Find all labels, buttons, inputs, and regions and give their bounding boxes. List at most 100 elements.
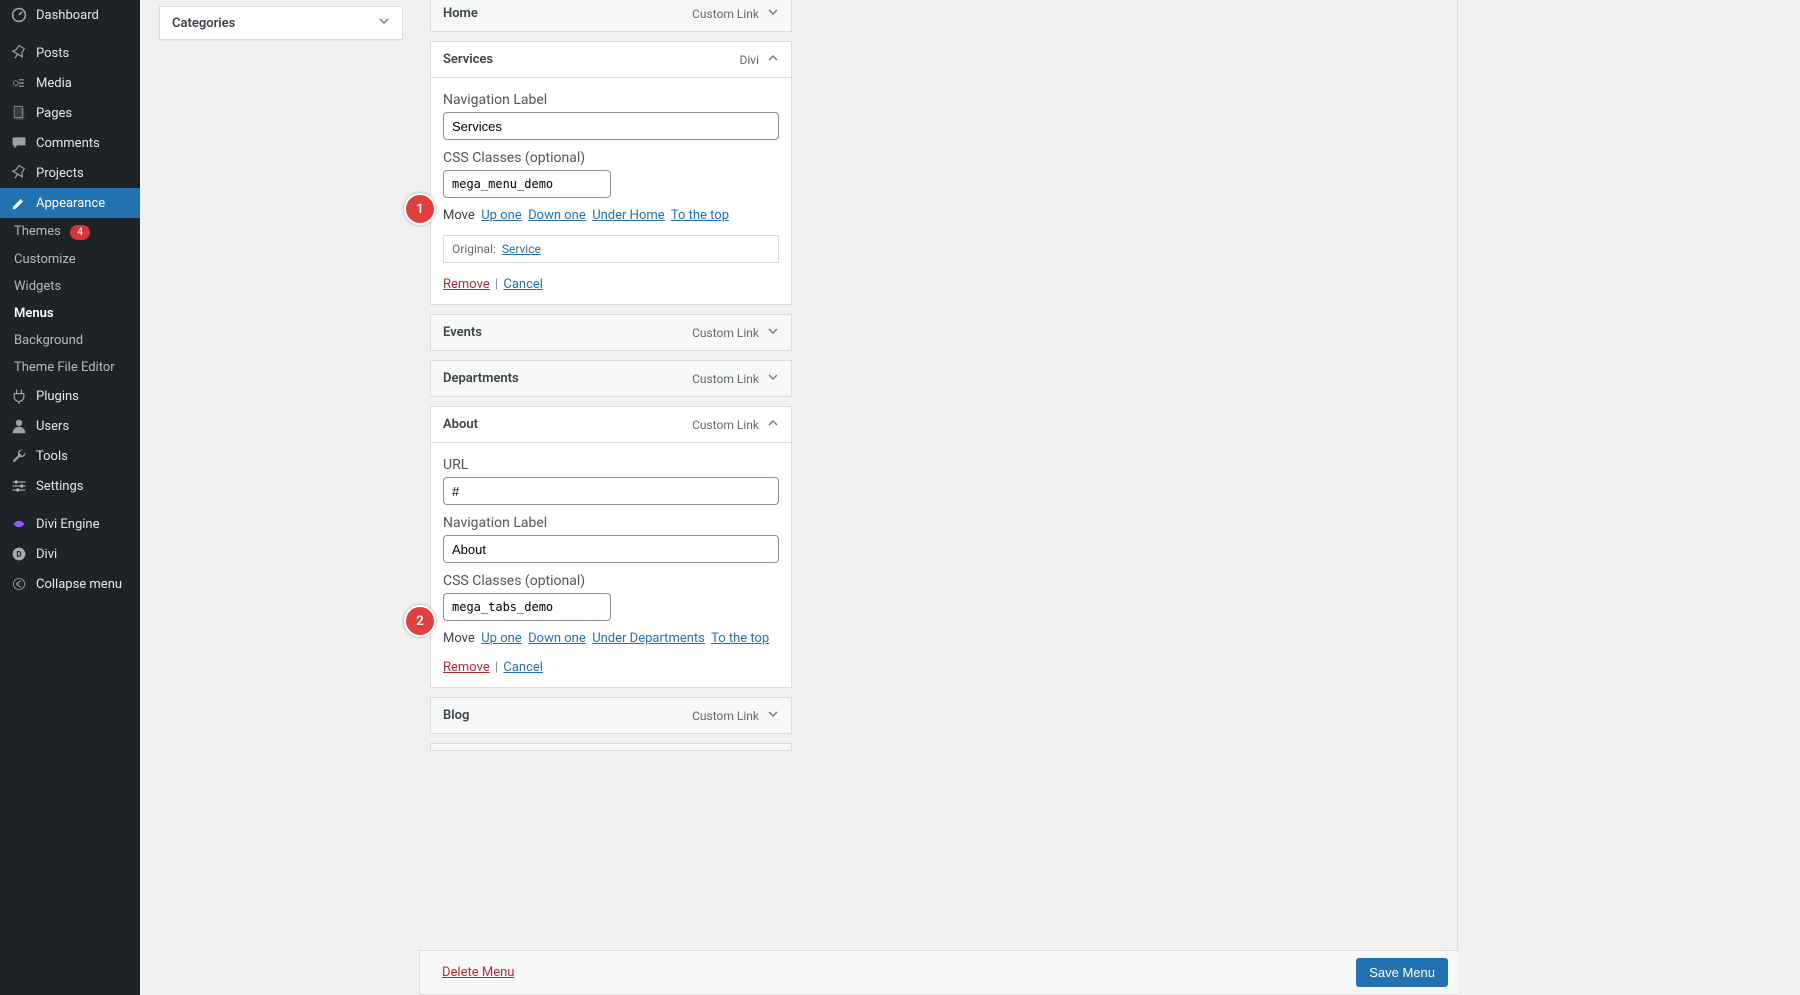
appearance-submenu: Themes 4 Customize Widgets Menus Backgro… bbox=[0, 218, 140, 381]
sidebar-item-appearance[interactable]: Appearance bbox=[0, 188, 140, 218]
chevron-up-icon[interactable] bbox=[767, 52, 779, 67]
sidebar-label: Collapse menu bbox=[36, 577, 122, 592]
sidebar-item-divi-engine[interactable]: Divi Engine bbox=[0, 509, 140, 539]
sidebar-collapse[interactable]: Collapse menu bbox=[0, 569, 140, 599]
sidebar-item-divi[interactable]: D Divi bbox=[0, 539, 140, 569]
sidebar-label: Divi bbox=[36, 547, 57, 562]
css-classes-heading: CSS Classes (optional) bbox=[443, 573, 779, 589]
css-classes-input[interactable] bbox=[443, 593, 611, 621]
comment-icon bbox=[10, 135, 28, 151]
categories-postbox: Categories bbox=[159, 6, 403, 40]
menu-item-events[interactable]: Events Custom Link bbox=[430, 314, 792, 351]
submenu-theme-editor[interactable]: Theme File Editor bbox=[0, 354, 140, 381]
move-down-link[interactable]: Down one bbox=[528, 631, 586, 646]
menu-item-type: Custom Link bbox=[692, 326, 759, 340]
move-top-link[interactable]: To the top bbox=[671, 208, 729, 223]
cancel-link[interactable]: Cancel bbox=[503, 660, 543, 675]
submenu-customize[interactable]: Customize bbox=[0, 246, 140, 273]
plug-icon bbox=[10, 388, 28, 404]
sidebar-label: Plugins bbox=[36, 389, 79, 404]
move-under-link[interactable]: Under Home bbox=[592, 208, 664, 223]
sliders-icon bbox=[10, 478, 28, 494]
categories-title: Categories bbox=[172, 16, 235, 31]
remove-link[interactable]: Remove bbox=[443, 660, 490, 675]
menu-item-row[interactable] bbox=[430, 743, 792, 751]
menu-item-type: Custom Link bbox=[692, 418, 759, 432]
menu-item-services[interactable]: Services Divi bbox=[430, 41, 792, 78]
nav-label-input[interactable] bbox=[443, 112, 779, 140]
nav-label-heading: Navigation Label bbox=[443, 515, 779, 531]
sidebar-item-pages[interactable]: Pages bbox=[0, 98, 140, 128]
sidebar-item-tools[interactable]: Tools bbox=[0, 441, 140, 471]
url-input[interactable] bbox=[443, 477, 779, 505]
sidebar-label: Projects bbox=[36, 166, 84, 181]
menu-item-about[interactable]: About Custom Link bbox=[430, 406, 792, 443]
move-up-link[interactable]: Up one bbox=[481, 208, 521, 223]
menu-item-type: Divi bbox=[739, 53, 759, 67]
menu-item-departments[interactable]: Departments Custom Link bbox=[430, 360, 792, 397]
submenu-widgets[interactable]: Widgets bbox=[0, 273, 140, 300]
sidebar-label: Tools bbox=[36, 449, 68, 464]
sidebar-label: Pages bbox=[36, 106, 72, 121]
sidebar-label: Users bbox=[36, 419, 69, 434]
sidebar-item-users[interactable]: Users bbox=[0, 411, 140, 441]
sidebar-item-settings[interactable]: Settings bbox=[0, 471, 140, 501]
cancel-link[interactable]: Cancel bbox=[503, 277, 543, 292]
sidebar-label: Comments bbox=[36, 136, 100, 151]
menu-item-title: Events bbox=[443, 325, 482, 340]
chevron-up-icon[interactable] bbox=[767, 417, 779, 432]
collapse-icon bbox=[10, 576, 28, 592]
submenu-themes[interactable]: Themes 4 bbox=[0, 218, 140, 246]
original-link[interactable]: Service bbox=[502, 242, 541, 256]
chevron-down-icon[interactable] bbox=[767, 708, 779, 723]
chevron-down-icon[interactable] bbox=[767, 325, 779, 340]
original-label: Original: bbox=[452, 242, 496, 256]
pin-icon bbox=[10, 45, 28, 61]
chevron-down-icon[interactable] bbox=[767, 6, 779, 21]
sidebar-item-dashboard[interactable]: Dashboard bbox=[0, 0, 140, 30]
sidebar-item-plugins[interactable]: Plugins bbox=[0, 381, 140, 411]
sidebar-label: Posts bbox=[36, 46, 69, 61]
css-classes-input[interactable] bbox=[443, 170, 611, 198]
submenu-background[interactable]: Background bbox=[0, 327, 140, 354]
nav-label-heading: Navigation Label bbox=[443, 92, 779, 108]
css-classes-heading: CSS Classes (optional) bbox=[443, 150, 779, 166]
menu-item-type: Custom Link bbox=[692, 372, 759, 386]
active-pointer-icon bbox=[132, 195, 140, 211]
move-down-link[interactable]: Down one bbox=[528, 208, 586, 223]
submenu-label: Themes bbox=[14, 224, 61, 239]
delete-menu-link[interactable]: Delete Menu bbox=[442, 965, 514, 980]
sidebar-item-posts[interactable]: Posts bbox=[0, 38, 140, 68]
original-box: Original: Service bbox=[443, 235, 779, 263]
sidebar-label: Settings bbox=[36, 479, 83, 494]
menu-item-home[interactable]: Home Custom Link bbox=[430, 0, 792, 32]
sidebar-item-comments[interactable]: Comments bbox=[0, 128, 140, 158]
nav-label-input[interactable] bbox=[443, 535, 779, 563]
move-top-link[interactable]: To the top bbox=[711, 631, 769, 646]
divi-engine-icon bbox=[10, 516, 28, 532]
menu-item-title: Departments bbox=[443, 371, 519, 386]
wrench-icon bbox=[10, 448, 28, 464]
admin-sidebar: Dashboard Posts Media Pages Comments Pro… bbox=[0, 0, 140, 995]
sidebar-item-projects[interactable]: Projects bbox=[0, 158, 140, 188]
separator: | bbox=[495, 277, 498, 292]
menu-item-title: Blog bbox=[443, 708, 469, 723]
move-up-link[interactable]: Up one bbox=[481, 631, 521, 646]
move-under-link[interactable]: Under Departments bbox=[592, 631, 705, 646]
categories-toggle[interactable]: Categories bbox=[160, 7, 402, 39]
submenu-menus[interactable]: Menus bbox=[0, 300, 140, 327]
sidebar-label: Media bbox=[36, 76, 72, 91]
dashboard-icon bbox=[10, 7, 28, 23]
menu-item-title: Home bbox=[443, 6, 478, 21]
sidebar-label: Divi Engine bbox=[36, 517, 99, 532]
remove-link[interactable]: Remove bbox=[443, 277, 490, 292]
sidebar-item-media[interactable]: Media bbox=[0, 68, 140, 98]
menu-item-blog[interactable]: Blog Custom Link bbox=[430, 697, 792, 734]
sidebar-label: Appearance bbox=[36, 196, 105, 211]
save-menu-button[interactable]: Save Menu bbox=[1356, 958, 1448, 987]
chevron-down-icon[interactable] bbox=[767, 371, 779, 386]
menu-item-title: Services bbox=[443, 52, 493, 67]
menu-item-type: Custom Link bbox=[692, 7, 759, 21]
media-icon bbox=[10, 75, 28, 91]
pin-icon bbox=[10, 165, 28, 181]
